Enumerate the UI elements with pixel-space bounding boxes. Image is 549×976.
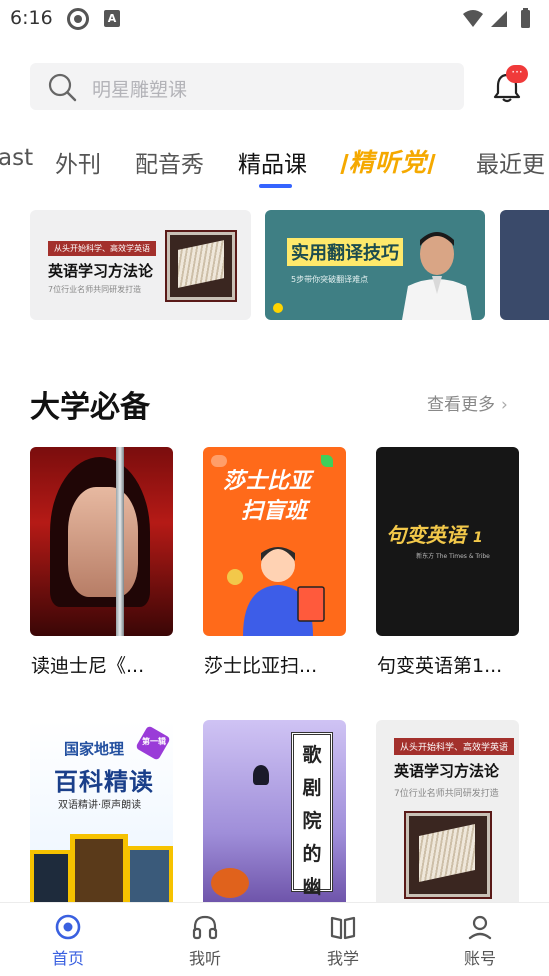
search-placeholder: 明星雕塑课 [92, 79, 188, 101]
banner-title: 英语学习方法论 [48, 262, 154, 280]
magazine-stack-illustration [30, 834, 173, 909]
course-title[interactable]: 莎士比亚扫... [204, 651, 317, 678]
cover-title-text: 句变英语 [386, 523, 466, 547]
cover-subtitle: 7位行业名师共同研发打造 [394, 789, 499, 799]
tab-listening-party-label: 精听党 [349, 148, 428, 177]
tab-dubbing[interactable]: 配音秀 [135, 145, 204, 179]
cover-title: 英语学习方法论 [394, 762, 500, 780]
banner-subtitle: 5步带你突破翻译难点 [291, 275, 369, 284]
cover-badge-label: 第一辑 [142, 737, 166, 746]
section-title: 大学必备 [30, 390, 150, 425]
cover-number: 1 [472, 530, 483, 546]
nav-label: 首页 [51, 949, 84, 968]
book-illustration [404, 811, 492, 899]
cover-title: 莎士比亚扫盲班 [223, 467, 311, 527]
nav-study[interactable]: 我学 [313, 913, 373, 969]
headphones-icon [192, 915, 218, 940]
status-time: 6:16 [10, 7, 53, 29]
cover-title-line: 扫盲班 [241, 499, 308, 524]
instructor-photo [402, 232, 472, 320]
banner-dot [273, 303, 283, 313]
cover-subtitle: 双语精讲·原声朗读 [58, 800, 142, 811]
cover-title-char: 歌 [302, 744, 322, 766]
nav-account[interactable]: 账号 [450, 913, 510, 969]
tab-recent[interactable]: 最近更 [476, 145, 545, 179]
course-title[interactable]: 读迪士尼《... [31, 651, 144, 678]
ghost-illustration [253, 765, 269, 785]
course-card-mulan[interactable] [30, 447, 173, 636]
banner-subtitle: 7位行业名师共同研发打造 [48, 285, 142, 294]
wifi-signal-battery-icons [463, 8, 530, 28]
nav-label: 账号 [463, 949, 496, 968]
student-illustration [227, 547, 325, 636]
nav-label: 我学 [326, 949, 359, 968]
see-more-label: 查看更多 [427, 395, 495, 415]
cover-sword [116, 447, 124, 636]
banner-title: 实用翻译技巧 [287, 238, 403, 266]
cover-tag: 从头开始科学、高效学英语 [394, 738, 515, 755]
search-bar[interactable]: 明星雕塑课 [30, 63, 464, 110]
status-bar: 6:16 A [0, 0, 549, 38]
home-icon [55, 914, 81, 940]
tab-decoration [340, 154, 349, 174]
tab-podcast[interactable]: ast [0, 145, 33, 171]
cover-title-line: 莎士比亚 [223, 469, 312, 494]
course-card-sentence-english[interactable]: 句变英语 1 新东方 The Times & Tribe [376, 447, 519, 636]
cover-face [68, 487, 138, 597]
cover-title-char: 剧 [302, 777, 322, 799]
search-icon [48, 73, 77, 102]
banner-tag: 从头开始科学、高效学英语 [48, 241, 156, 256]
leaf-icon [321, 455, 333, 467]
course-card-natgeo[interactable]: 国家地理 第一辑 百科精读 双语精讲·原声朗读 [30, 720, 173, 909]
pumpkin-illustration [211, 868, 249, 898]
tab-premium-course[interactable]: 精品课 [238, 145, 307, 179]
cover-dots [211, 455, 227, 467]
book-illustration [165, 230, 237, 302]
course-card-phantom-opera[interactable]: 歌 剧 院 的 幽 灵 [203, 720, 346, 909]
nav-home[interactable]: 首页 [38, 913, 98, 969]
chevron-right-icon: › [501, 395, 508, 415]
notification-app-icon: A [104, 10, 120, 27]
nav-listen[interactable]: 我听 [175, 913, 235, 969]
cover-title: 句变英语 1 [386, 519, 483, 548]
course-card-learning-method[interactable]: 从头开始科学、高效学英语 英语学习方法论 7位行业名师共同研发打造 [376, 720, 519, 909]
tab-listening-party[interactable]: 精听党 [340, 143, 436, 179]
cover-title-main: 百科精读 [54, 768, 154, 796]
cover-title-char: 院 [302, 810, 322, 832]
bottom-navigation: 首页 我听 我学 账号 [0, 902, 549, 976]
course-title[interactable]: 句变英语第1... [377, 651, 502, 678]
category-tabs: ast 外刊 配音秀 精品课 精听党 最近更 [0, 140, 549, 190]
notification-badge: ··· [506, 65, 528, 83]
active-tab-indicator [259, 184, 292, 188]
sync-status-icon [67, 8, 89, 30]
cover-title-char: 幽 [302, 876, 322, 898]
course-card-shakespeare[interactable]: 莎士比亚扫盲班 [203, 447, 346, 636]
user-icon [468, 915, 492, 940]
book-icon [330, 916, 356, 940]
see-more-link[interactable]: 查看更多 › [427, 390, 508, 415]
banner-partial[interactable] [500, 210, 549, 320]
cover-title-char: 的 [302, 843, 322, 865]
cover-title-top: 国家地理 [64, 740, 125, 758]
cover-title-scroll: 歌 剧 院 的 幽 灵 [291, 732, 333, 898]
tab-magazine[interactable]: 外刊 [55, 145, 101, 179]
banner-translation-skills[interactable]: 实用翻译技巧 5步带你突破翻译难点 [265, 210, 485, 320]
banner-learning-method[interactable]: 从头开始科学、高效学英语 英语学习方法论 7位行业名师共同研发打造 [30, 210, 251, 320]
nav-label: 我听 [188, 949, 221, 968]
tab-decoration [427, 154, 436, 174]
cover-note: 新东方 The Times & Tribe [416, 553, 490, 560]
